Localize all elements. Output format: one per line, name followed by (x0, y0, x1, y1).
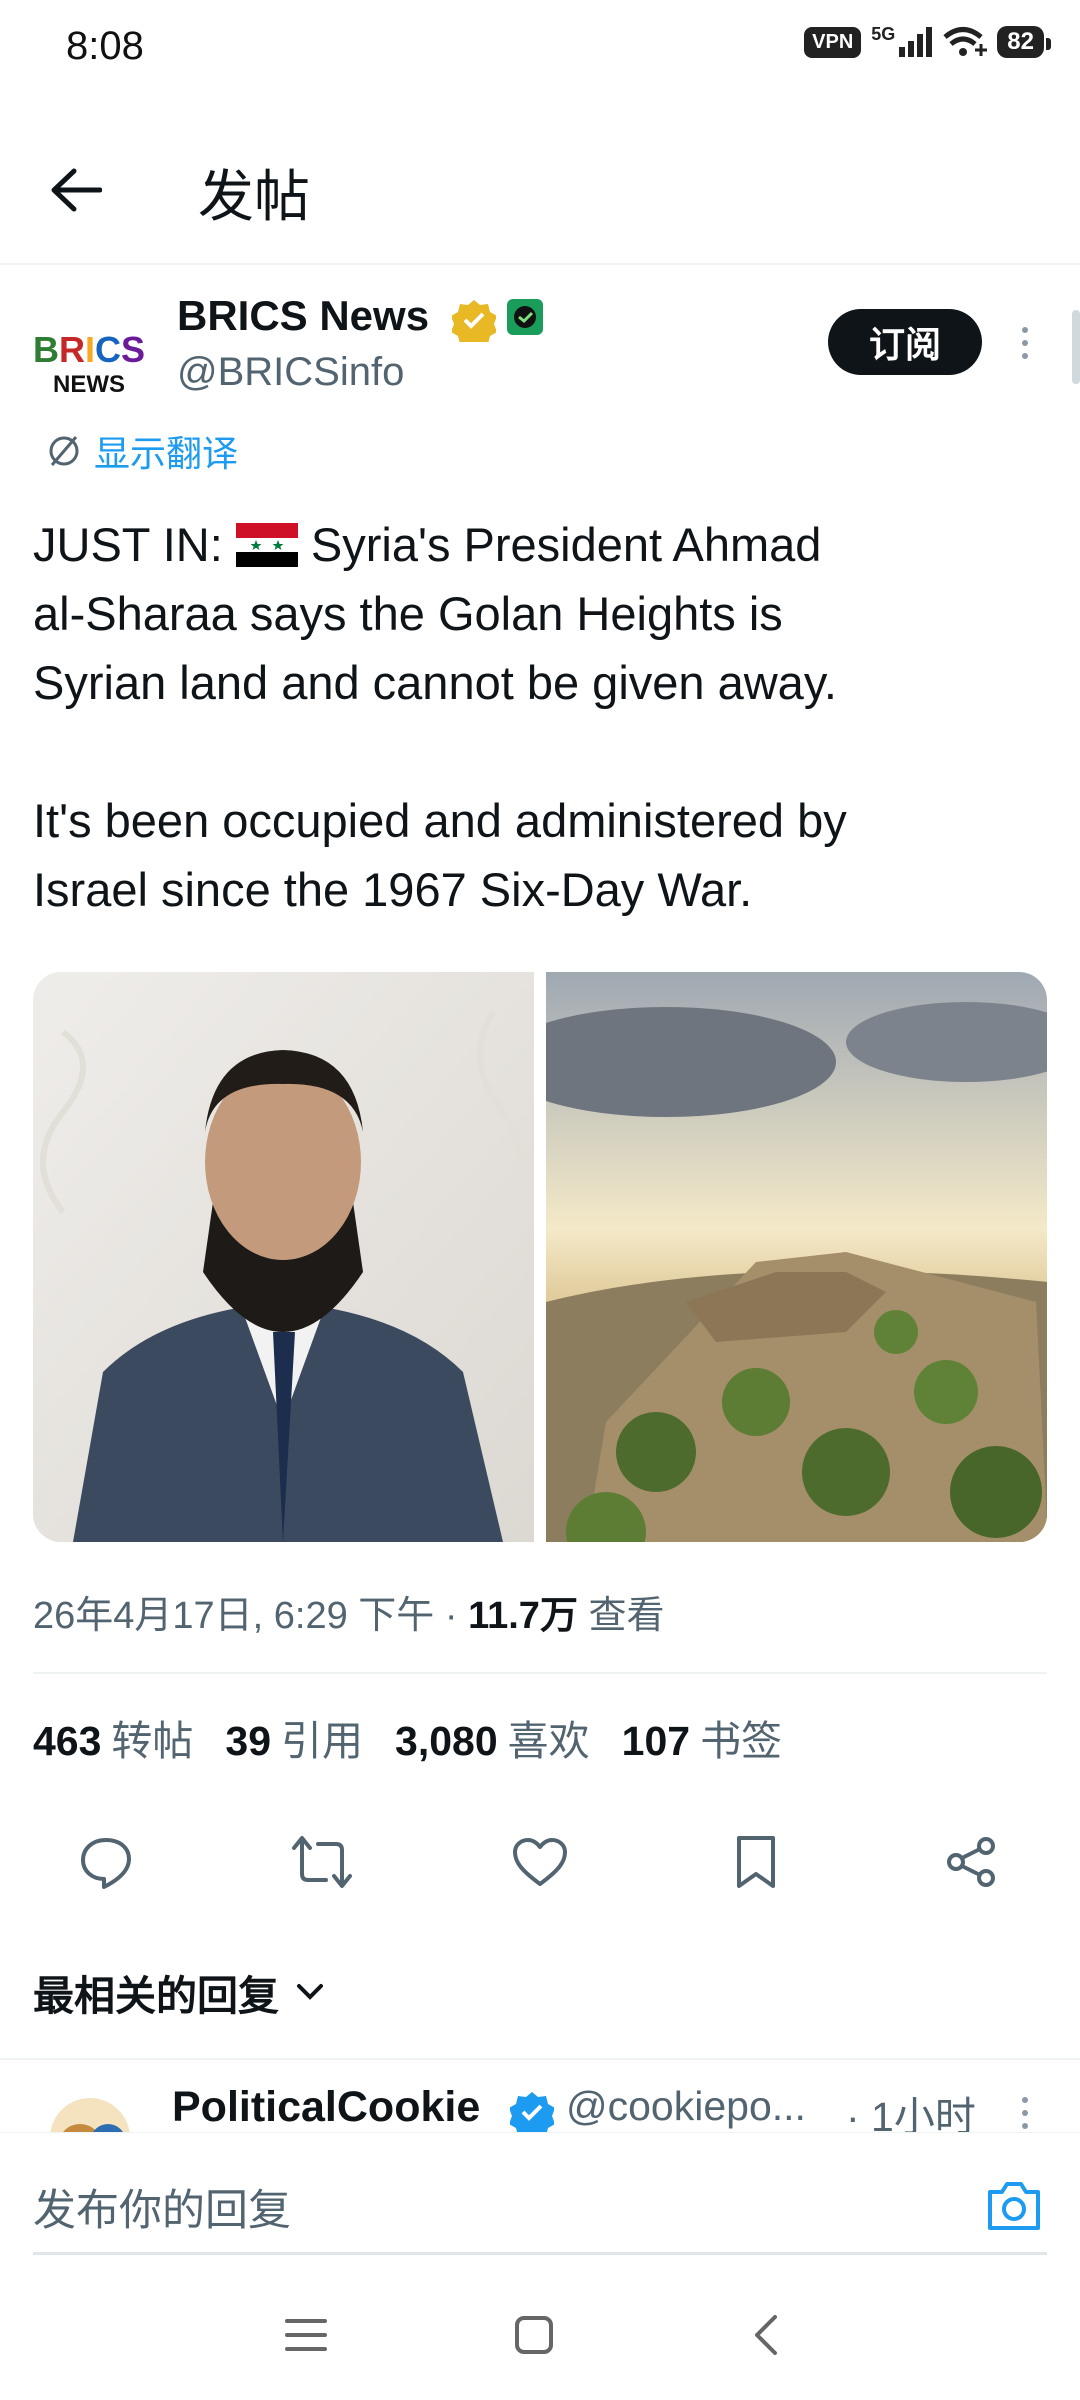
engagement-stats: 463 转帖 39 引用 3,080 喜欢 107 书签 (33, 1707, 782, 1767)
back-button[interactable] (36, 150, 116, 230)
tweet-text-body: al-Sharaa says the Golan Heights is Syri… (33, 587, 847, 916)
action-bar (0, 1822, 1080, 1902)
subscribe-button[interactable]: 订阅 (828, 309, 982, 375)
syria-flag-icon (235, 523, 298, 567)
tweet-text-line1: Syria's President Ahmad (297, 518, 822, 571)
photo-golan-landscape[interactable] (546, 972, 1047, 1542)
replies-sort-dropdown[interactable]: 最相关的回复 (33, 1962, 325, 2022)
stat-bookmarks[interactable]: 107 书签 (622, 1707, 782, 1767)
tweet-timestamp[interactable]: 26年4月17日, 6:29 下午 · (33, 1595, 468, 1637)
views-count: 11.7万 (468, 1595, 578, 1637)
author-handle[interactable]: @BRICSinfo (177, 350, 404, 395)
reply-author-handle[interactable]: @cookiepo... (566, 2083, 836, 2130)
reply-input[interactable]: 发布你的回复 (33, 2176, 291, 2238)
affiliate-badge-icon (506, 298, 544, 341)
status-time: 8:08 (66, 24, 144, 68)
battery-indicator: 82 (997, 26, 1051, 58)
stat-likes[interactable]: 3,080 喜欢 (395, 1707, 590, 1767)
replies-divider (0, 2058, 1080, 2060)
home-square-icon (515, 2316, 553, 2354)
nav-back-button[interactable] (726, 2300, 806, 2370)
tweet-text: JUST IN: Syria's President Ahmad al-Shar… (33, 510, 1043, 924)
more-options-button[interactable] (1010, 318, 1040, 368)
photo-portrait[interactable] (33, 972, 534, 1542)
status-icons: VPN 5G 82 (804, 23, 1051, 58)
header-divider (0, 263, 1080, 265)
like-button[interactable] (500, 1822, 580, 1902)
menu-icon (285, 2319, 327, 2351)
signal-icon (899, 27, 933, 57)
svg-text:NEWS: NEWS (53, 371, 125, 398)
translate-icon (49, 436, 79, 466)
reply-icon (81, 1838, 131, 1889)
share-button[interactable] (932, 1822, 1012, 1902)
reply-author-name[interactable]: PoliticalCookie (172, 2083, 480, 2132)
camera-button[interactable] (984, 2178, 1044, 2234)
svg-text:BRICS: BRICS (33, 329, 145, 370)
tweet-media[interactable] (33, 972, 1047, 1542)
camera-icon (988, 2182, 1040, 2230)
bookmark-button[interactable] (716, 1822, 796, 1902)
arrow-left-icon (51, 168, 102, 212)
vpn-badge: VPN (804, 26, 862, 58)
heart-icon (513, 1838, 567, 1886)
views-label: 查看 (577, 1595, 665, 1637)
network-type: 5G (871, 23, 896, 44)
author-avatar[interactable]: BRICS NEWS (30, 300, 148, 418)
tweet-text-prefix: JUST IN: (33, 518, 236, 571)
show-translation-link[interactable]: 显示翻译 (46, 425, 238, 477)
meta-divider (33, 1672, 1047, 1674)
stat-reposts[interactable]: 463 转帖 (33, 1707, 193, 1767)
show-translation-label: 显示翻译 (94, 433, 239, 474)
chevron-left-icon (755, 2315, 777, 2355)
page-title: 发帖 (198, 165, 310, 228)
share-icon (947, 1837, 995, 1887)
nav-home-button[interactable] (494, 2300, 574, 2370)
repost-button[interactable] (282, 1822, 362, 1902)
repost-icon (292, 1836, 352, 1888)
scrollbar[interactable] (1072, 310, 1080, 384)
bookmark-icon (737, 1836, 775, 1888)
compose-underline (33, 2252, 1047, 2255)
tweet-meta: 26年4月17日, 6:29 下午 · 11.7万 查看 (33, 1584, 665, 1639)
verified-badge-icon (451, 298, 497, 348)
brics-logo: BRICS NEWS (33, 329, 145, 398)
nav-menu-button[interactable] (266, 2300, 346, 2370)
stat-quotes[interactable]: 39 引用 (225, 1707, 363, 1767)
wifi-icon (943, 27, 988, 56)
chevron-down-icon (297, 1984, 323, 2000)
replies-heading: 最相关的回复 (33, 1973, 279, 2019)
reply-button[interactable] (66, 1822, 146, 1902)
author-name[interactable]: BRICS News (177, 292, 429, 340)
reply-more-button[interactable] (1010, 2088, 1040, 2138)
